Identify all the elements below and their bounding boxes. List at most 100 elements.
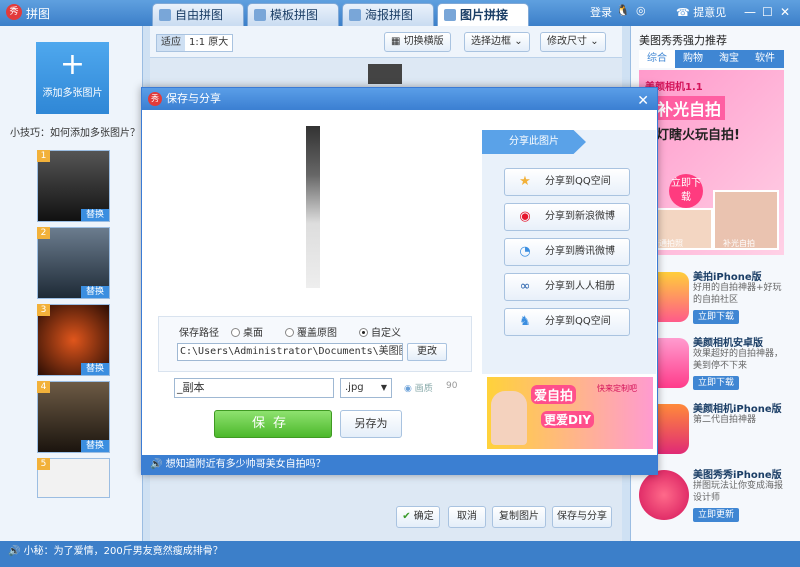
- share-qq-button[interactable]: ♞ 分享到QQ空间: [504, 308, 630, 336]
- maximize-button[interactable]: ☐: [762, 5, 773, 19]
- recommend-item[interactable]: 美拍iPhone版 好用的自拍神器+好玩的自拍社区 立即下载: [639, 266, 789, 328]
- layout-icon: ▦: [391, 36, 401, 47]
- sina-weibo-icon: ◉: [519, 209, 531, 224]
- recommend-item[interactable]: 美颜相机iPhone版 第二代自拍神器: [639, 398, 789, 460]
- dialog-title: 保存与分享: [166, 92, 221, 105]
- qq-penguin-icon: ♞: [519, 314, 531, 329]
- canvas-image[interactable]: [368, 64, 402, 84]
- canvas-toolbar: 适应 1:1 原大 ▦ 切换横版 选择边框 ⌄ 修改尺寸 ⌄: [150, 26, 622, 58]
- save-share-dialog: 秀 保存与分享 ✕ 保存路径 桌面 覆盖原图 自定义 C:\Users\Admi…: [141, 87, 658, 475]
- ad-photo: [491, 391, 527, 445]
- tab-template-collage[interactable]: 模板拼图: [247, 3, 339, 26]
- tab-image-stitch[interactable]: 图片拼接: [437, 3, 529, 26]
- radio-icon: [285, 328, 294, 337]
- tab-shopping[interactable]: 购物: [675, 50, 711, 68]
- download-button[interactable]: 立即下载: [693, 310, 739, 324]
- confirm-button[interactable]: ✔ 确定: [396, 506, 440, 528]
- status-text[interactable]: 小秘：为了爱情，200斤男友竟然瘦成排骨？: [24, 546, 223, 557]
- fit-button[interactable]: 适应: [157, 35, 185, 51]
- radio-desktop[interactable]: 桌面: [231, 324, 263, 339]
- download-badge[interactable]: 立即下载: [669, 174, 703, 208]
- free-collage-icon: [159, 9, 171, 21]
- recommend-tabs: 综合 购物 淘宝 软件: [639, 50, 784, 68]
- speaker-icon: 🔊: [8, 546, 21, 557]
- share-tencent-weibo-button[interactable]: ◔ 分享到腾讯微博: [504, 238, 630, 266]
- tab-free-collage[interactable]: 自由拼图: [152, 3, 244, 26]
- save-path-input[interactable]: C:\Users\Administrator\Documents\美图图库: [177, 343, 403, 361]
- chevron-down-icon: ▼: [380, 383, 387, 392]
- app-logo-icon: 秀: [148, 92, 162, 106]
- zoom-group: 适应 1:1 原大: [156, 34, 234, 52]
- dialog-close-icon[interactable]: ✕: [637, 90, 649, 112]
- replace-button[interactable]: 替换: [81, 286, 109, 298]
- dialog-status-bar: 🔊 想知道附近有多少帅哥美女自拍吗？: [142, 455, 657, 475]
- share-sina-weibo-button[interactable]: ◉ 分享到新浪微博: [504, 203, 630, 231]
- share-renren-button[interactable]: ∞ 分享到人人相册: [504, 273, 630, 301]
- save-path-group: 保存路径 桌面 覆盖原图 自定义 C:\Users\Administrator\…: [158, 316, 472, 372]
- quality-label[interactable]: ◉ 画质: [404, 381, 433, 394]
- weibo-icon[interactable]: ◎: [636, 4, 646, 17]
- login-link[interactable]: 登录: [590, 4, 612, 20]
- share-qzone-button[interactable]: ★ 分享到QQ空间: [504, 168, 630, 196]
- tip-link[interactable]: 小技巧：如何添加多张图片？: [10, 124, 140, 139]
- recommend-item[interactable]: 美图秀秀iPhone版 拼图玩法让你变成海报设计师 立即更新: [639, 464, 789, 526]
- tab-software[interactable]: 软件: [747, 50, 783, 68]
- image-preview: [306, 126, 320, 288]
- select-border-button[interactable]: 选择边框 ⌄: [464, 32, 530, 52]
- radio-checked-icon: [359, 328, 368, 337]
- change-path-button[interactable]: 更改: [407, 343, 447, 361]
- resize-button[interactable]: 修改尺寸 ⌄: [540, 32, 606, 52]
- feedback-link[interactable]: ☎ 提意见: [676, 4, 726, 20]
- chevron-down-icon: ⌄: [590, 36, 599, 47]
- speaker-icon: 🔊: [150, 459, 163, 470]
- tencent-weibo-icon: ◔: [519, 244, 531, 259]
- update-button[interactable]: 立即更新: [693, 508, 739, 522]
- radio-icon: [231, 328, 240, 337]
- save-as-button[interactable]: 另存为: [340, 410, 402, 438]
- thumbnail-item[interactable]: 5: [37, 458, 110, 498]
- tab-poster-collage[interactable]: 海报拼图: [342, 3, 434, 26]
- radio-custom[interactable]: 自定义: [359, 324, 401, 339]
- meitu-xiuxiu-app-icon: [639, 470, 689, 520]
- thumbnail-item[interactable]: 4 替换: [37, 381, 110, 453]
- original-size-button[interactable]: 1:1 原大: [185, 35, 232, 51]
- quality-radio-icon: ◉: [404, 384, 412, 394]
- left-panel: + 添加多张图片 小技巧：如何添加多张图片？ 1 替换 2 替换 3 替换 4 替换 5: [0, 26, 143, 541]
- tab-taobao[interactable]: 淘宝: [711, 50, 747, 68]
- renren-icon: ∞: [519, 279, 531, 294]
- plus-icon: +: [59, 47, 86, 82]
- dialog-title-bar: 秀 保存与分享 ✕: [142, 88, 657, 110]
- qq-icon[interactable]: 🐧: [616, 4, 630, 17]
- dialog-status-text[interactable]: 想知道附近有多少帅哥美女自拍吗？: [166, 459, 326, 470]
- copy-image-button[interactable]: 复制图片: [492, 506, 546, 528]
- tab-general[interactable]: 综合: [639, 50, 675, 68]
- thumbnail-item[interactable]: 3 替换: [37, 304, 110, 376]
- title-bar: 秀 拼图 自由拼图 模板拼图 海报拼图 图片拼接 登录 🐧 ◎ ☎ 提意见 — …: [0, 0, 800, 26]
- dialog-ad-banner[interactable]: 爱自拍 更爱DIY 快来定制吧: [487, 377, 653, 449]
- status-bar: 🔊 小秘：为了爱情，200斤男友竟然瘦成排骨？: [0, 541, 800, 567]
- cancel-button[interactable]: 取消: [448, 506, 486, 528]
- app-logo-icon: 秀: [6, 4, 22, 20]
- replace-button[interactable]: 替换: [81, 209, 109, 221]
- check-icon: ✔: [402, 511, 411, 522]
- promo-banner[interactable]: 美颜相机1.1 补光自拍 黑灯瞎火玩自拍! 立即下载 普通拍照 补光自拍: [639, 70, 784, 255]
- filename-input[interactable]: _副本: [174, 378, 334, 398]
- thumbnail-item[interactable]: 2 替换: [37, 227, 110, 299]
- minimize-button[interactable]: —: [744, 5, 756, 19]
- quality-value: 90: [446, 381, 458, 391]
- extension-select[interactable]: .jpg ▼: [340, 378, 392, 398]
- switch-layout-button[interactable]: ▦ 切换横版: [384, 32, 451, 52]
- save-share-button[interactable]: 保存与分享: [552, 506, 612, 528]
- radio-overwrite[interactable]: 覆盖原图: [285, 324, 337, 339]
- download-button[interactable]: 立即下载: [693, 376, 739, 390]
- poster-collage-icon: [349, 9, 361, 21]
- close-button[interactable]: ✕: [780, 5, 790, 19]
- replace-button[interactable]: 替换: [81, 440, 109, 452]
- image-stitch-icon: [444, 9, 456, 21]
- save-button[interactable]: 保存: [214, 410, 332, 438]
- add-images-button[interactable]: + 添加多张图片: [36, 42, 109, 114]
- replace-button[interactable]: 替换: [81, 363, 109, 375]
- recommend-item[interactable]: 美颜相机安卓版 效果超好的自拍神器，美到停不下来 立即下载: [639, 332, 789, 394]
- chevron-down-icon: ⌄: [514, 36, 523, 47]
- thumbnail-item[interactable]: 1 替换: [37, 150, 110, 222]
